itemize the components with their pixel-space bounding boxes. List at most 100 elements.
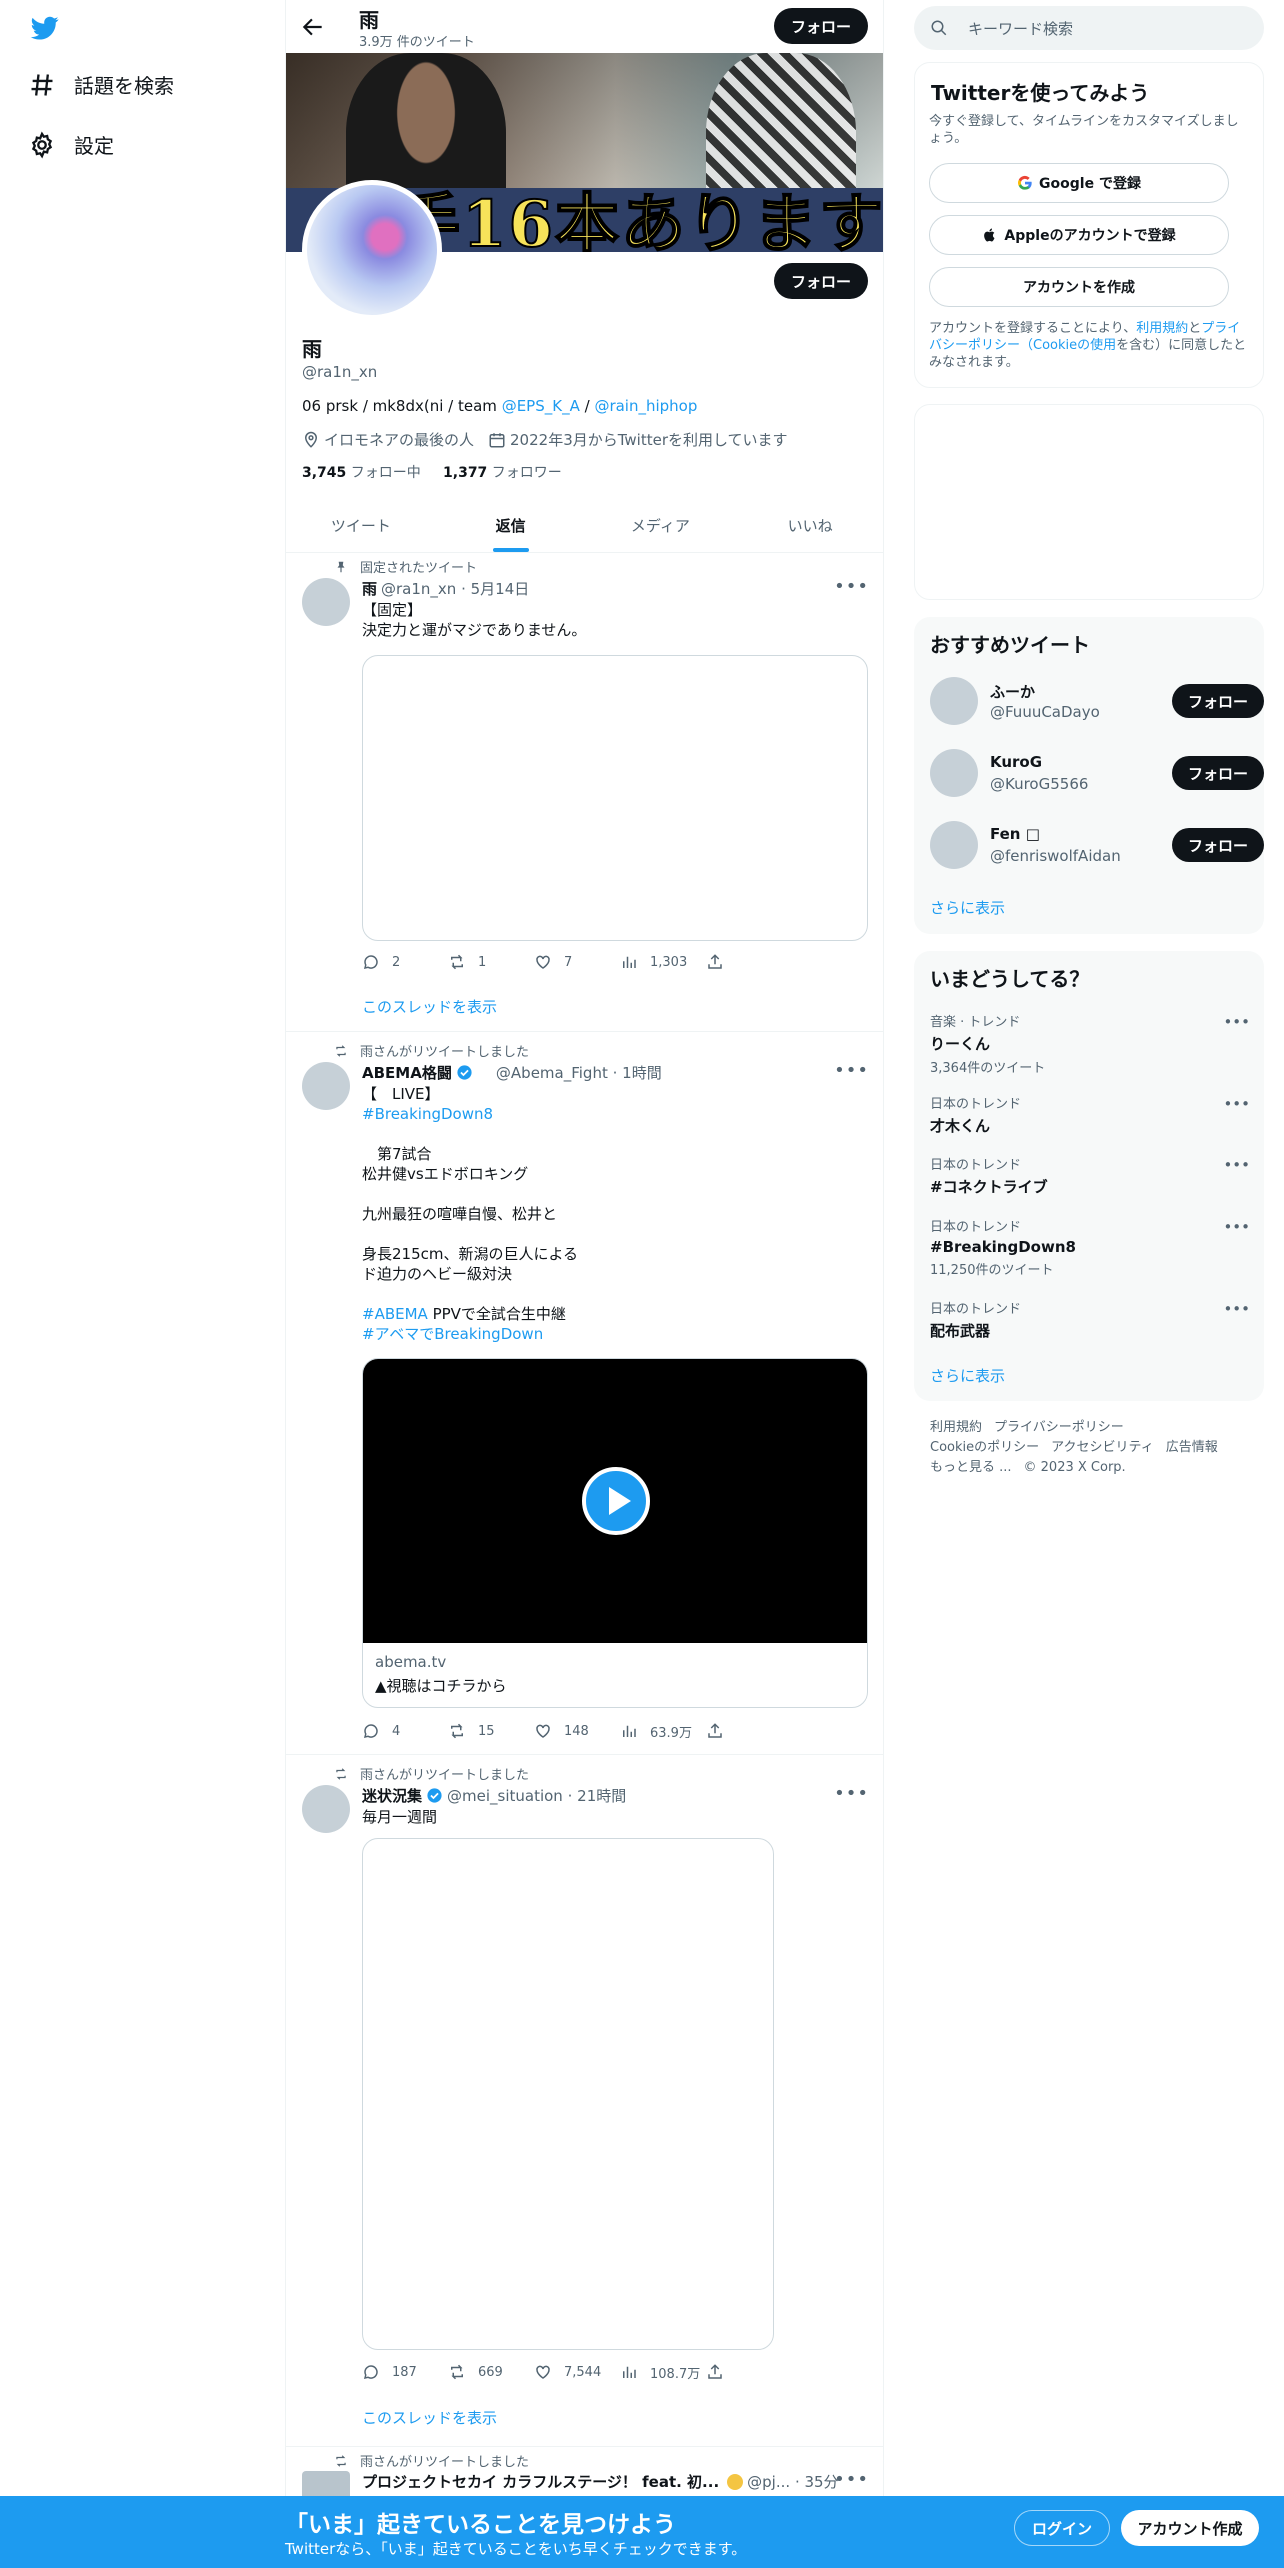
tab-tweets[interactable]: ツイート: [286, 500, 436, 552]
tweet-avatar[interactable]: [302, 1062, 350, 1110]
retweet-count: 669: [478, 2364, 503, 2380]
tweet-retweet-mei[interactable]: 雨さんがリツイートしました 迷状況集 @mei_situation · 21時間…: [286, 1755, 883, 2447]
recommended-tweets-card: おすすめツイート ふーか @FuuuCaDayo フォロー KuroG @Kur…: [914, 617, 1264, 934]
header-follow-button[interactable]: フォロー: [774, 8, 868, 44]
tweet-avatar[interactable]: [302, 578, 350, 626]
bio-mention-rain-hiphop[interactable]: @rain_hiphop: [594, 397, 697, 415]
trend-item[interactable]: 日本のトレンド #コネクトライブ •••: [930, 1154, 1250, 1197]
footer-link-more[interactable]: もっと見る ...: [930, 1460, 1012, 1475]
more-icon[interactable]: •••: [1223, 1013, 1250, 1031]
google-signup-button[interactable]: Google で登録: [929, 163, 1229, 203]
recommended-user[interactable]: Fen □ @fenriswolfAidan フォロー: [930, 821, 1264, 871]
tab-media[interactable]: メディア: [586, 500, 736, 552]
more-icon[interactable]: •••: [834, 1783, 869, 1804]
share-button[interactable]: [706, 2362, 792, 2382]
card-domain: abema.tv: [375, 1653, 447, 1671]
retweet-button[interactable]: 1: [448, 952, 534, 972]
show-thread-link[interactable]: このスレッドを表示: [362, 2407, 497, 2428]
tweet-author-handle[interactable]: @pj...: [747, 2473, 790, 2491]
followers-link[interactable]: 1,377 フォロワー: [443, 465, 562, 481]
like-button[interactable]: 7: [534, 952, 620, 972]
retweet-button[interactable]: 669: [448, 2362, 534, 2382]
trend-item[interactable]: 日本のトレンド #BreakingDown8 11,250件のツイート •••: [930, 1216, 1250, 1278]
footer-link-ads[interactable]: 広告情報: [1166, 1440, 1218, 1455]
tweet-pinned[interactable]: 固定されたツイート 雨 @ra1n_xn · 5月14日 ••• 【固定】 決定…: [286, 554, 883, 1032]
hashtag-link[interactable]: #BreakingDown8: [362, 1105, 493, 1123]
profile-follow-button[interactable]: フォロー: [774, 263, 868, 299]
tweet-time[interactable]: · 5月14日: [461, 578, 529, 599]
tweet-author-handle[interactable]: @ra1n_xn: [381, 580, 456, 598]
share-button[interactable]: [706, 1721, 792, 1741]
views-button[interactable]: 108.7万: [620, 2362, 706, 2382]
avatar[interactable]: [930, 677, 978, 725]
tweet-author-handle[interactable]: @Abema_Fight: [496, 1064, 608, 1082]
login-button[interactable]: ログイン: [1014, 2510, 1110, 2546]
reply-button[interactable]: 2: [362, 952, 448, 972]
terms-link[interactable]: 利用規約: [1136, 321, 1188, 336]
views-button[interactable]: 63.9万: [620, 1721, 706, 1741]
more-icon[interactable]: •••: [1223, 1300, 1250, 1318]
tweet-time[interactable]: · 21時間: [568, 1785, 627, 1806]
nav-explore[interactable]: 話題を検索: [28, 70, 174, 99]
more-icon[interactable]: •••: [1223, 1095, 1250, 1113]
search-input[interactable]: キーワード検索: [968, 18, 1073, 39]
back-arrow-icon[interactable]: [300, 14, 326, 40]
follow-button[interactable]: フォロー: [1172, 684, 1264, 718]
avatar[interactable]: [930, 749, 978, 797]
share-button[interactable]: [706, 952, 792, 972]
more-icon[interactable]: •••: [834, 1060, 869, 1081]
tweet-time[interactable]: · 35分: [795, 2471, 839, 2492]
video-thumbnail[interactable]: [363, 1359, 867, 1643]
play-icon[interactable]: [582, 1467, 650, 1535]
twitter-logo-icon[interactable]: [28, 14, 62, 42]
link-card[interactable]: abema.tv ▲視聴はコチラから: [362, 1358, 868, 1708]
tab-likes[interactable]: いいね: [735, 500, 883, 552]
more-icon[interactable]: •••: [1223, 1218, 1250, 1236]
tab-replies[interactable]: 返信: [436, 500, 586, 552]
tweet-author-name[interactable]: プロジェクトセカイ カラフルステージ！ feat. 初...: [362, 2471, 719, 2492]
like-button[interactable]: 7,544: [534, 2362, 620, 2382]
tweet-author-name[interactable]: 雨: [362, 578, 377, 599]
retweet-button[interactable]: 15: [448, 1721, 534, 1741]
avatar[interactable]: [930, 821, 978, 869]
tweet-author-name[interactable]: 迷状況集: [362, 1785, 422, 1806]
trend-item[interactable]: 音楽 · トレンド りーくん 3,364件のツイート •••: [930, 1011, 1250, 1076]
tweet-media[interactable]: [362, 655, 868, 941]
hashtag-link[interactable]: #アベマでBreakingDown: [362, 1325, 543, 1343]
footer-link-privacy[interactable]: プライバシーポリシー: [994, 1420, 1124, 1435]
follow-button[interactable]: フォロー: [1172, 756, 1264, 790]
trend-item[interactable]: 日本のトレンド 才木くん •••: [930, 1093, 1250, 1136]
tweet-author-name[interactable]: ABEMA格闘: [362, 1062, 452, 1083]
search-box[interactable]: キーワード検索: [914, 6, 1264, 50]
tweet-retweet-abema[interactable]: 雨さんがリツイートしました ABEMA格闘 @Abema_Fight · 1時間…: [286, 1032, 883, 1755]
more-icon[interactable]: •••: [834, 576, 869, 597]
footer-link-terms[interactable]: 利用規約: [930, 1420, 982, 1435]
footer-link-accessibility[interactable]: アクセシビリティ: [1051, 1440, 1154, 1455]
show-thread-link[interactable]: このスレッドを表示: [362, 996, 497, 1017]
signup-button[interactable]: アカウント作成: [1121, 2510, 1259, 2546]
following-link[interactable]: 3,745 フォロー中: [302, 465, 421, 481]
create-account-button[interactable]: アカウントを作成: [929, 267, 1229, 307]
trend-item[interactable]: 日本のトレンド 配布武器 •••: [930, 1298, 1250, 1341]
tweet-author-handle[interactable]: @mei_situation: [447, 1787, 563, 1805]
tweet-media[interactable]: [362, 1838, 774, 2350]
more-icon[interactable]: •••: [1223, 1156, 1250, 1174]
recommended-user[interactable]: ふーか @FuuuCaDayo フォロー: [930, 677, 1264, 727]
nav-settings[interactable]: 設定: [28, 130, 114, 159]
hashtag-link[interactable]: #ABEMA: [362, 1305, 428, 1323]
show-more-link[interactable]: さらに表示: [930, 1365, 1005, 1386]
reply-button[interactable]: 4: [362, 1721, 448, 1741]
more-icon[interactable]: •••: [834, 2469, 869, 2490]
footer-link-cookies[interactable]: Cookieのポリシー: [930, 1440, 1039, 1455]
show-more-link[interactable]: さらに表示: [930, 897, 1005, 918]
like-button[interactable]: 148: [534, 1721, 620, 1741]
tweet-avatar[interactable]: [302, 1785, 350, 1833]
follow-button[interactable]: フォロー: [1172, 828, 1264, 862]
bio-mention-eps[interactable]: @EPS_K_A: [502, 397, 580, 415]
recommended-user[interactable]: KuroG @KuroG5566 フォロー: [930, 749, 1264, 799]
tweet-time[interactable]: · 1時間: [613, 1062, 662, 1083]
reply-button[interactable]: 187: [362, 2362, 448, 2382]
apple-signup-button[interactable]: Appleのアカウントで登録: [929, 215, 1229, 255]
profile-avatar[interactable]: [302, 180, 442, 320]
views-button[interactable]: 1,303: [620, 952, 706, 972]
